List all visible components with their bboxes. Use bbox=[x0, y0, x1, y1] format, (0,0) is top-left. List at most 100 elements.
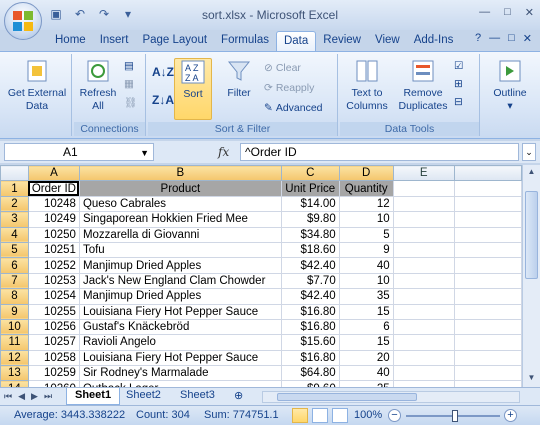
clear-filter-button[interactable]: ⊘ Clear bbox=[264, 60, 301, 76]
ribbon-restore-icon[interactable]: □ bbox=[508, 32, 515, 45]
cell-a[interactable]: 10251 bbox=[27, 241, 80, 259]
zoom-slider-knob[interactable] bbox=[452, 410, 458, 422]
cell-e[interactable] bbox=[392, 211, 455, 228]
column-header-e[interactable]: E bbox=[392, 165, 455, 182]
tab-page-layout[interactable]: Page Layout bbox=[135, 31, 214, 51]
cell-e[interactable] bbox=[392, 272, 455, 290]
normal-view-button[interactable] bbox=[292, 408, 308, 423]
cell-c[interactable]: Unit Price bbox=[280, 180, 340, 197]
cell-c[interactable]: $15.60 bbox=[280, 334, 340, 351]
horizontal-scroll-thumb[interactable] bbox=[277, 393, 417, 401]
column-header-b[interactable]: B bbox=[78, 165, 282, 182]
scroll-up-icon[interactable]: ▲ bbox=[525, 167, 538, 179]
cell-b[interactable]: Gustaf's Knäckebröd bbox=[78, 318, 282, 336]
sheet-tab-sheet2[interactable]: Sheet2 bbox=[118, 388, 169, 405]
cell-a[interactable]: 10258 bbox=[27, 349, 80, 367]
row-header[interactable]: 13 bbox=[0, 365, 29, 382]
row-header[interactable]: 8 bbox=[0, 288, 29, 305]
cell-c[interactable]: $18.60 bbox=[280, 241, 340, 259]
vertical-scroll-thumb[interactable] bbox=[525, 191, 538, 279]
horizontal-scrollbar[interactable] bbox=[262, 391, 520, 403]
cell-d[interactable]: 20 bbox=[338, 349, 394, 367]
row-header[interactable]: 10 bbox=[0, 318, 29, 336]
row-header[interactable]: 6 bbox=[0, 257, 29, 274]
cell-c[interactable]: $7.70 bbox=[280, 272, 340, 290]
reapply-button[interactable]: ⟳ Reapply bbox=[264, 80, 314, 96]
cell-e[interactable] bbox=[392, 334, 455, 351]
tab-view[interactable]: View bbox=[368, 31, 407, 51]
cell-d[interactable]: 35 bbox=[338, 288, 394, 305]
tab-formulas[interactable]: Formulas bbox=[214, 31, 276, 51]
cell-b[interactable]: Jack's New England Clam Chowder bbox=[78, 272, 282, 290]
row-header[interactable]: 3 bbox=[0, 211, 29, 228]
cell-f[interactable] bbox=[453, 334, 522, 351]
cell-d[interactable]: 10 bbox=[338, 272, 394, 290]
tab-data[interactable]: Data bbox=[275, 31, 317, 51]
zoom-in-icon[interactable]: + bbox=[504, 409, 517, 422]
office-button[interactable] bbox=[4, 2, 42, 40]
cell-b[interactable]: Manjimup Dried Apples bbox=[78, 288, 282, 305]
zoom-slider[interactable] bbox=[406, 410, 500, 422]
cell-f[interactable] bbox=[453, 288, 522, 305]
minimize-button[interactable]: — bbox=[479, 6, 490, 19]
cell-e[interactable] bbox=[392, 226, 455, 243]
get-external-data-button[interactable]: Get External Data bbox=[2, 58, 72, 113]
cell-d[interactable]: 15 bbox=[338, 334, 394, 351]
cell-e[interactable] bbox=[392, 365, 455, 382]
edit-links-icon[interactable]: ⛓ bbox=[124, 94, 137, 110]
row-header[interactable]: 11 bbox=[0, 334, 29, 351]
worksheet-grid[interactable]: A B C D E 1 Order ID Product Unit Price Quan… bbox=[0, 165, 522, 387]
cell-b[interactable]: Queso Cabrales bbox=[78, 195, 282, 213]
cell-e[interactable] bbox=[392, 318, 455, 336]
cell-e[interactable] bbox=[392, 303, 455, 320]
ribbon-close-icon[interactable]: ✕ bbox=[523, 32, 532, 45]
cell-f[interactable] bbox=[453, 365, 522, 382]
filter-button[interactable]: Filter bbox=[218, 58, 260, 100]
cell-b[interactable]: Singaporean Hokkien Fried Mee bbox=[78, 211, 282, 228]
cell-c[interactable]: $9.80 bbox=[280, 211, 340, 228]
data-validation-icon[interactable]: ☑ bbox=[454, 58, 463, 74]
cell-c[interactable]: $34.80 bbox=[280, 226, 340, 243]
cell-e[interactable] bbox=[392, 195, 455, 213]
sheet-tab-sheet3[interactable]: Sheet3 bbox=[172, 388, 223, 405]
cell-b[interactable]: Manjimup Dried Apples bbox=[78, 257, 282, 274]
select-all-corner[interactable] bbox=[0, 165, 29, 182]
cell-e[interactable] bbox=[392, 349, 455, 367]
cell-a[interactable]: 10253 bbox=[27, 272, 80, 290]
help-icon[interactable]: ? bbox=[475, 32, 481, 45]
cell-a[interactable]: 10255 bbox=[27, 303, 80, 320]
name-box[interactable]: A1 ▼ bbox=[4, 143, 154, 161]
column-header-d[interactable]: D bbox=[338, 165, 394, 182]
cell-f[interactable] bbox=[453, 257, 522, 274]
cell-c[interactable]: $14.00 bbox=[280, 195, 340, 213]
page-layout-view-button[interactable] bbox=[312, 408, 328, 423]
cell-d[interactable]: 15 bbox=[338, 303, 394, 320]
sort-descending-icon[interactable]: Z↓A bbox=[152, 92, 174, 108]
column-header-f[interactable] bbox=[453, 165, 522, 182]
cell-e[interactable] bbox=[392, 180, 455, 197]
cell-d[interactable]: 40 bbox=[338, 365, 394, 382]
cell-a[interactable]: 10250 bbox=[27, 226, 80, 243]
properties-icon[interactable]: ▦ bbox=[124, 76, 134, 92]
next-sheet-icon[interactable]: ▶ bbox=[31, 391, 38, 402]
cell-a[interactable]: 10248 bbox=[27, 195, 80, 213]
cell-f[interactable] bbox=[453, 272, 522, 290]
outline-button[interactable]: Outline ▾ bbox=[482, 58, 538, 113]
row-header[interactable]: 12 bbox=[0, 349, 29, 367]
last-sheet-icon[interactable]: ⏭ bbox=[44, 391, 52, 402]
prev-sheet-icon[interactable]: ◀ bbox=[18, 391, 25, 402]
cell-e[interactable] bbox=[392, 257, 455, 274]
cell-b[interactable]: Product bbox=[78, 180, 282, 197]
cell-b[interactable]: Ravioli Angelo bbox=[78, 334, 282, 351]
cell-e[interactable] bbox=[392, 241, 455, 259]
sort-button[interactable]: A ZZ A Sort bbox=[174, 58, 212, 120]
tab-review[interactable]: Review bbox=[316, 31, 368, 51]
vertical-scrollbar[interactable]: ▲ ▼ bbox=[522, 165, 540, 387]
cell-a[interactable]: 10259 bbox=[27, 365, 80, 382]
cell-f[interactable] bbox=[453, 241, 522, 259]
row-header[interactable]: 1 bbox=[0, 180, 29, 197]
cell-a[interactable]: 10252 bbox=[27, 257, 80, 274]
cell-d[interactable]: 6 bbox=[338, 318, 394, 336]
cell-a[interactable]: 10256 bbox=[27, 318, 80, 336]
connections-icon[interactable]: ▤ bbox=[124, 58, 134, 74]
